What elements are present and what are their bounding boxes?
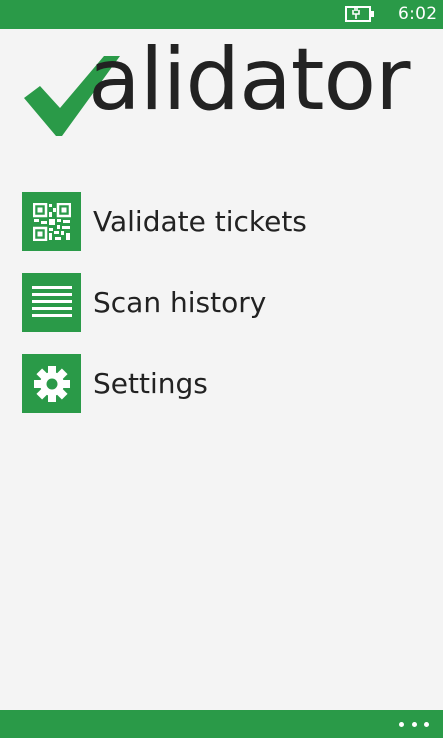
menu-item-label: Settings — [93, 367, 208, 400]
main-menu: Validate tickets Scan history Settings — [22, 192, 422, 435]
menu-item-label: Scan history — [93, 286, 267, 319]
logo-text: alidator — [88, 30, 410, 130]
menu-item-settings[interactable]: Settings — [22, 354, 422, 413]
menu-item-validate-tickets[interactable]: Validate tickets — [22, 192, 422, 251]
battery-charging-icon — [345, 6, 374, 22]
qr-code-icon — [22, 192, 81, 251]
menu-item-scan-history[interactable]: Scan history — [22, 273, 422, 332]
clock: 6:02 — [398, 4, 438, 24]
app-logo: alidator — [0, 30, 443, 146]
gear-icon — [22, 354, 81, 413]
status-bar: 6:02 — [0, 0, 443, 29]
app-bar — [0, 710, 443, 738]
list-icon — [22, 273, 81, 332]
menu-item-label: Validate tickets — [93, 205, 307, 238]
more-dots-icon[interactable] — [399, 716, 429, 732]
